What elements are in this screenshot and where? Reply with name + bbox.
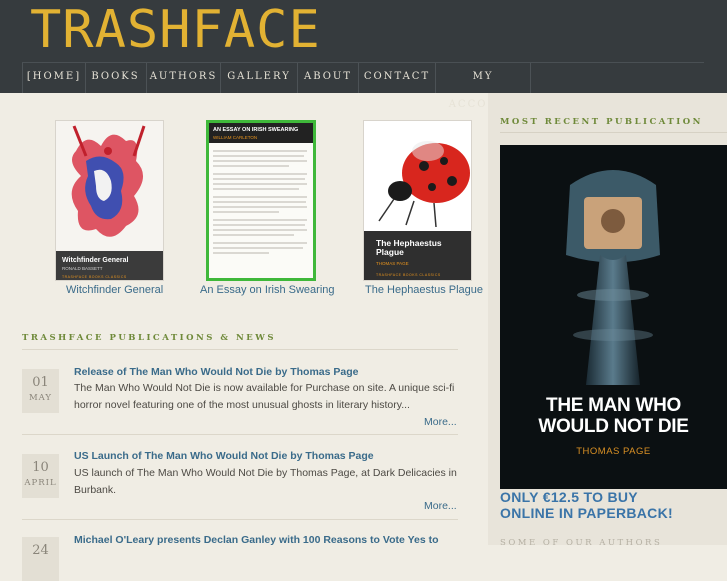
diving-suit-artwork-icon [566,170,660,385]
news-title-link[interactable]: US Launch of The Man Who Would Not Die b… [74,450,374,462]
buy-paperback-link[interactable]: ONLY €12.5 TO BUY ONLINE IN PAPERBACK! [500,489,727,521]
nav-about[interactable]: ABOUT [298,63,359,93]
book-cover-witchfinder-general[interactable]: Witchfinder General RONALD BASSETT TRASH… [55,120,164,281]
book-cover-hephaestus-plague[interactable]: The Hephaestus Plague THOMAS PAGE TRASHF… [363,120,472,281]
news-day: 24 [32,543,49,558]
poster-title-line-1: THE MAN WHO [546,395,681,416]
nav-my-account[interactable]: MY ACCOUNT [436,63,531,110]
nav-authors[interactable]: AUTHORS [147,63,221,93]
cover-title: Witchfinder General [62,257,129,264]
cover-title: AN ESSAY ON IRISH SWEARING [213,127,299,133]
sidebar: MOST RECENT PUBLICATION THE MAN WHO WOUL… [488,93,727,548]
news-title-link[interactable]: Michael O'Leary presents Declan Ganley w… [74,534,439,546]
cover-series: TRASHFACE BOOKS CLASSICS [62,275,127,279]
news-section-heading: TRASHFACE PUBLICATIONS & NEWS [22,333,276,343]
site-logo[interactable]: TRASHFACE [30,2,321,58]
main-nav: [HOME] BOOKS AUTHORS GALLERY ABOUT CONTA… [22,62,704,110]
poster-author: THOMAS PAGE [576,446,651,457]
news-title-link[interactable]: Release of The Man Who Would Not Die by … [74,366,359,378]
ladybird-icon [378,141,470,228]
news-date: 01 MAY [22,369,59,413]
recent-publication-heading: MOST RECENT PUBLICATION [500,117,703,127]
poster-title-line-2: WOULD NOT DIE [538,416,689,437]
book-link-hephaestus-plague[interactable]: The Hephaestus Plague [365,284,483,296]
news-month: MAY [28,393,53,403]
news-month: APRIL [24,478,57,488]
nav-gallery[interactable]: GALLERY [221,63,298,93]
cover-author: RONALD BASSETT [62,266,103,271]
divider [22,434,458,435]
book-link-irish-swearing[interactable]: An Essay on Irish Swearing [200,284,335,296]
witchfinder-artwork-icon [56,121,163,251]
nav-books[interactable]: BOOKS [85,63,147,93]
nav-home[interactable]: [HOME] [22,63,86,93]
divider [22,519,458,520]
promo-line-1: ONLY €12.5 TO BUY [500,489,638,505]
cover-author: THOMAS PAGE [376,261,409,266]
poster-title: THE MAN WHO WOULD NOT DIE [500,395,727,437]
header: TRASHFACE [HOME] BOOKS AUTHORS GALLERY A… [0,0,727,110]
book-cover-irish-swearing[interactable]: AN ESSAY ON IRISH SWEARING WILLIAM CARLE… [206,120,316,281]
news-day: 10 [32,460,49,475]
promo-line-2: ONLINE IN PAPERBACK! [500,505,673,521]
more-link[interactable]: More... [424,416,457,428]
news-day: 01 [32,375,49,390]
cover-series: TRASHFACE BOOKS CLASSICS [376,273,441,277]
news-date: 10 APRIL [22,454,59,498]
divider [500,132,727,133]
divider [22,349,458,350]
more-link[interactable]: More... [424,500,457,512]
nav-contact[interactable]: CONTACT [359,63,436,93]
authors-heading: SOME OF OUR AUTHORS [500,538,663,548]
cover-author: WILLIAM CARLETON [213,135,258,140]
text-lines-icon [213,150,307,254]
book-link-witchfinder-general[interactable]: Witchfinder General [66,284,163,296]
news-summary: The Man Who Would Not Die is now availab… [74,382,455,411]
logo-text: TRASHFACE [30,0,321,60]
news-date: 24 [22,537,59,581]
main-content: Witchfinder General RONALD BASSETT TRASH… [0,93,488,581]
cover-title: The Hephaestus Plague [376,238,442,257]
recent-publication-cover[interactable]: THE MAN WHO WOULD NOT DIE THOMAS PAGE [500,145,727,489]
news-summary: US launch of The Man Who Would Not Die b… [74,467,457,496]
